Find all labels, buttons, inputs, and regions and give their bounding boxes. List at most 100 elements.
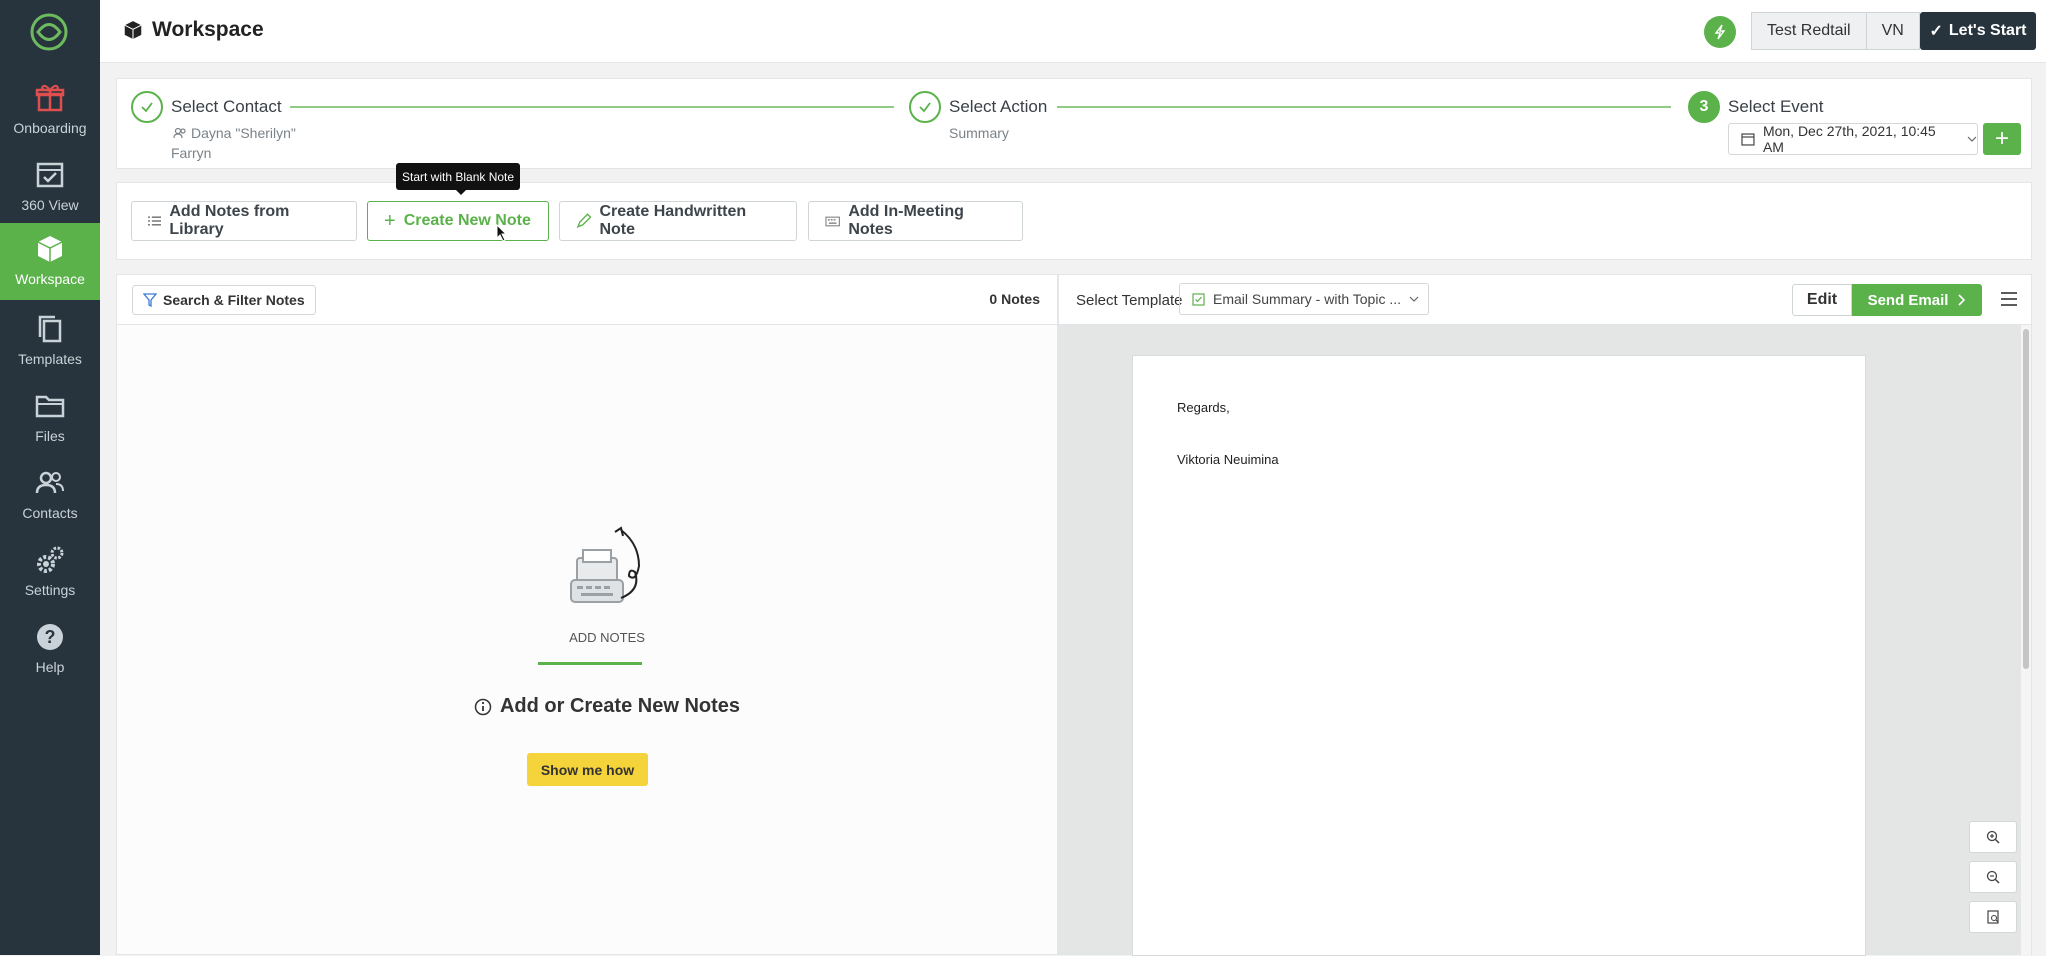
fit-page-button[interactable] [1969, 901, 2017, 933]
fit-page-icon [1987, 910, 1999, 924]
add-in-meeting-notes-button[interactable]: Add In-Meeting Notes [808, 201, 1023, 241]
hamburger-menu-icon[interactable] [1999, 289, 2019, 309]
empty-state-heading: Add or Create New Notes [457, 695, 757, 718]
notes-panel-header: Search & Filter Notes 0 Notes [117, 275, 1057, 325]
sidebar-item-360-view[interactable]: 360 View [0, 149, 100, 226]
button-label: Send Email [1867, 291, 1949, 309]
pen-icon [576, 213, 592, 229]
folder-icon [35, 395, 65, 418]
send-email-button[interactable]: Send Email [1852, 284, 1982, 316]
search-filter-notes-button[interactable]: Search & Filter Notes [132, 285, 316, 315]
sidebar-item-label: Settings [24, 582, 76, 598]
copy-icon [38, 315, 62, 343]
step-number-badge: 3 [1688, 91, 1720, 123]
sidebar-item-templates[interactable]: Templates [0, 303, 100, 380]
heading-text: Add or Create New Notes [499, 695, 741, 717]
step-select-contact[interactable]: Select Contact [171, 97, 282, 117]
top-bar: Workspace Test Redtail VN ✓ Let's Start [100, 0, 2046, 63]
gears-icon [37, 546, 64, 573]
edit-button[interactable]: Edit [1792, 284, 1852, 316]
people-icon [35, 471, 64, 494]
sidebar-item-label: Workspace [15, 271, 85, 287]
account-name-button[interactable]: Test Redtail [1751, 12, 1867, 50]
event-date-select[interactable]: Mon, Dec 27th, 2021, 10:45 AM [1728, 123, 1978, 155]
select-template-label: Select Template [1076, 292, 1183, 309]
cube-icon [124, 21, 142, 39]
sidebar-item-label: Files [35, 428, 65, 444]
template-select[interactable]: Email Summary - with Topic ... [1179, 283, 1429, 315]
chevron-down-icon [1409, 296, 1419, 302]
cube-icon [37, 236, 63, 262]
info-icon [474, 698, 492, 715]
svg-text:?: ? [45, 627, 56, 647]
typewriter-icon [570, 526, 641, 603]
contact-last-name: Farryn [171, 145, 212, 161]
app-logo[interactable] [29, 12, 69, 52]
contact-first-name: Dayna "Sherilyn" [191, 125, 296, 141]
zoom-out-button[interactable] [1969, 861, 2017, 893]
create-new-note-button[interactable]: + Create New Note [367, 201, 549, 241]
add-event-button[interactable]: + [1983, 123, 2021, 155]
chevron-right-icon [1958, 294, 1966, 306]
sidebar-item-help[interactable]: ? Help [0, 611, 100, 688]
notes-count: 0 Notes [989, 291, 1040, 307]
preview-header: Select Template Email Summary - with Top… [1059, 275, 2031, 325]
question-icon: ? [37, 624, 63, 650]
tooltip: Start with Blank Note [396, 163, 521, 195]
lets-start-label: Let's Start [1948, 22, 2027, 39]
show-me-how-button[interactable]: Show me how [527, 753, 648, 786]
chevron-down-icon [1967, 136, 1977, 142]
step-complete-icon [909, 91, 941, 123]
sidebar-item-files[interactable]: Files [0, 380, 100, 457]
event-date-value: Mon, Dec 27th, 2021, 10:45 AM [1762, 123, 1936, 155]
sidebar-item-label: Help [35, 659, 65, 675]
step-complete-icon [131, 91, 163, 123]
add-notes-from-library-button[interactable]: Add Notes from Library [131, 201, 357, 241]
mouse-cursor-icon [496, 224, 508, 242]
lightning-icon [1714, 24, 1726, 40]
contact-name: Dayna "Sherilyn" [173, 125, 296, 141]
note-actions-bar: Add Notes from Library + Create New Note… [116, 182, 2032, 260]
step-connector [1057, 106, 1671, 108]
person-icon [173, 127, 186, 139]
divider [538, 662, 642, 665]
calendar-check-icon [36, 162, 64, 188]
sidebar: Onboarding 360 View Workspace Templates … [0, 0, 100, 955]
keyboard-icon [825, 216, 840, 227]
plus-icon: + [384, 209, 396, 232]
button-label: Add In-Meeting Notes [848, 203, 964, 238]
action-summary: Summary [949, 125, 1009, 141]
preview-scrollbar[interactable] [2021, 325, 2031, 955]
zoom-in-button[interactable] [1969, 821, 2017, 853]
sidebar-item-label: Contacts [22, 505, 78, 521]
doc-signature: Viktoria Neuimina [1177, 452, 1279, 467]
calendar-icon [1741, 133, 1755, 146]
step-connector [290, 106, 894, 108]
sidebar-item-onboarding[interactable]: Onboarding [0, 72, 100, 149]
account-switcher: Test Redtail VN [1751, 12, 1920, 50]
sidebar-item-workspace[interactable]: Workspace [0, 223, 100, 300]
gift-icon [35, 84, 65, 112]
empty-state-label: ADD NOTES [569, 630, 645, 645]
scroll-thumb[interactable] [2023, 329, 2029, 669]
step-wizard: Select Contact Dayna "Sherilyn" Farryn S… [116, 78, 2032, 169]
page-title-text: Workspace [152, 18, 264, 41]
zoom-in-icon [1986, 830, 2000, 844]
user-initials-button[interactable]: VN [1866, 12, 1920, 50]
sidebar-item-contacts[interactable]: Contacts [0, 457, 100, 534]
quick-action-button[interactable] [1704, 16, 1736, 48]
lets-start-button[interactable]: ✓ Let's Start [1920, 12, 2036, 50]
button-label: Add Notes from Library [169, 203, 290, 238]
page-title: Workspace [122, 18, 264, 42]
email-preview-panel: Select Template Email Summary - with Top… [1058, 274, 2032, 956]
button-label: Create Handwritten Note [599, 203, 747, 238]
sidebar-item-label: Templates [18, 351, 82, 367]
sidebar-item-settings[interactable]: Settings [0, 534, 100, 611]
list-icon [148, 216, 162, 226]
plus-icon: + [1994, 125, 2009, 152]
notes-panel: Search & Filter Notes 0 Notes ADD NOTES … [116, 274, 1058, 955]
doc-regards: Regards, [1177, 400, 1230, 415]
step-select-event[interactable]: Select Event [1728, 97, 1823, 117]
create-handwritten-note-button[interactable]: Create Handwritten Note [559, 201, 797, 241]
step-select-action[interactable]: Select Action [949, 97, 1047, 117]
